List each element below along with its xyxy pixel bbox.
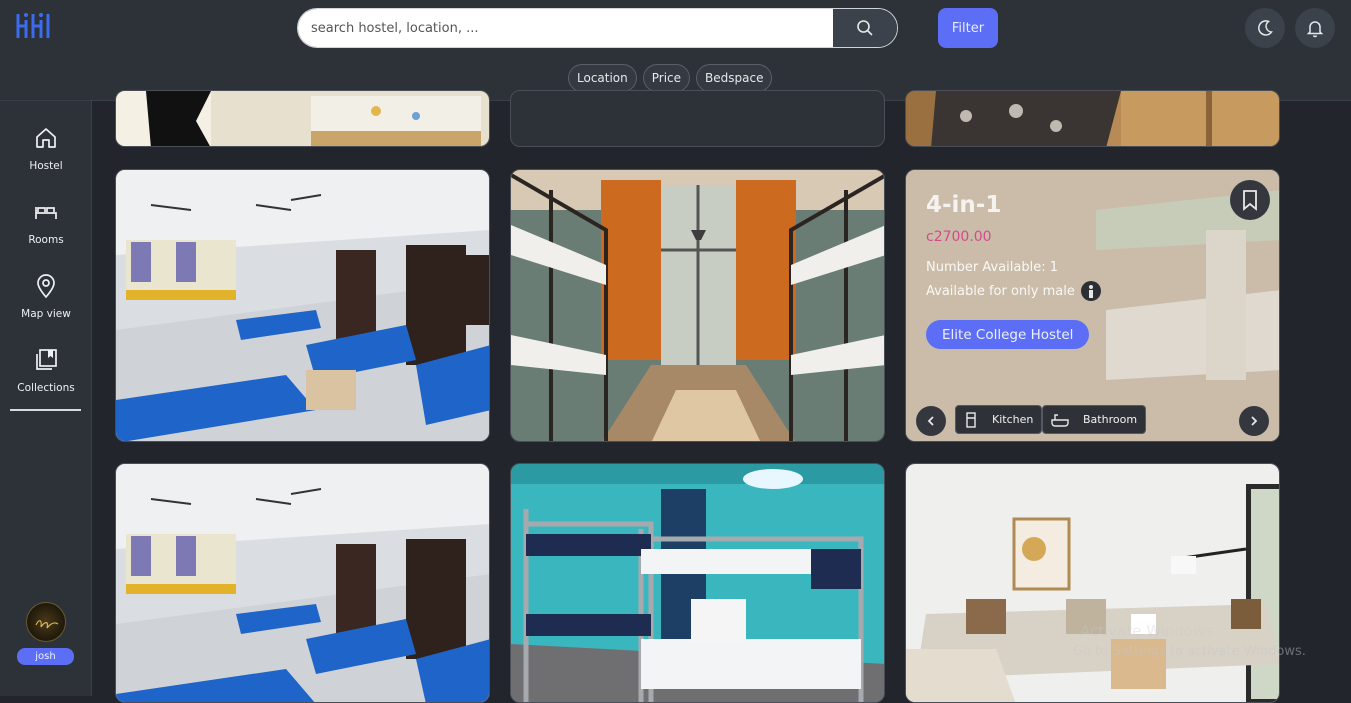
sidebar-item-label: Rooms <box>28 234 64 246</box>
room-photo <box>116 464 489 702</box>
notifications-button[interactable] <box>1295 8 1335 48</box>
avatar-signature-graphic <box>35 620 59 629</box>
room-photo <box>511 464 884 702</box>
search-input[interactable] <box>298 9 833 47</box>
windows-watermark-subtitle: Go to Settings to activate Windows. <box>1073 644 1306 659</box>
moon-icon <box>1258 20 1273 36</box>
sidebar-item-hostel[interactable]: Hostel <box>0 101 92 175</box>
map-pin-icon <box>37 274 55 299</box>
room-photo <box>511 170 884 441</box>
previous-button[interactable] <box>916 406 946 436</box>
room-card[interactable] <box>905 90 1280 147</box>
room-photo <box>906 91 1279 146</box>
kitchen-icon <box>966 411 976 428</box>
collections-icon <box>36 349 57 370</box>
search-bar <box>297 8 898 48</box>
search-button[interactable] <box>833 9 897 47</box>
room-photo <box>116 170 489 441</box>
amenity-label: Kitchen <box>992 413 1034 426</box>
room-type-title: 4-in-1 <box>926 192 1002 218</box>
bookmark-button[interactable] <box>1230 180 1270 220</box>
dark-mode-toggle[interactable] <box>1245 8 1285 48</box>
chevron-right-icon <box>1251 416 1258 426</box>
availability-row: Available for only male <box>926 281 1101 301</box>
room-card[interactable] <box>115 463 490 703</box>
bell-icon <box>1306 21 1324 38</box>
avatar[interactable] <box>26 602 66 642</box>
room-photo <box>906 464 1279 702</box>
room-card[interactable] <box>905 463 1280 703</box>
top-bar: Filter Location Price Bedspace <box>0 0 1351 101</box>
availability-text: Available for only male <box>926 283 1075 299</box>
amenity-label: Bathroom <box>1083 413 1138 426</box>
windows-watermark-title: Activate Windows <box>1080 622 1214 640</box>
app-logo[interactable] <box>14 10 52 42</box>
sidebar-item-label: Collections <box>17 382 75 394</box>
home-icon <box>36 128 56 148</box>
room-photo <box>116 91 489 146</box>
chip-price[interactable]: Price <box>642 64 691 92</box>
bed-icon <box>35 207 57 219</box>
filter-button[interactable]: Filter <box>938 8 998 48</box>
amenity-kitchen: Kitchen <box>955 405 1043 434</box>
room-card[interactable] <box>115 90 490 147</box>
sidebar-item-label: Map view <box>21 308 71 320</box>
chevron-left-icon <box>927 416 934 426</box>
bathtub-icon <box>1051 413 1069 427</box>
username-badge[interactable]: josh <box>17 648 74 665</box>
sidebar: Hostel Rooms Map view Collections josh <box>0 101 92 696</box>
hostel-name-button[interactable]: Elite College Hostel <box>926 320 1090 349</box>
sidebar-item-rooms[interactable]: Rooms <box>0 175 92 249</box>
sidebar-item-label: Hostel <box>29 160 63 172</box>
number-available: Number Available: 1 <box>926 260 1058 275</box>
featured-room-card[interactable]: 4-in-1 c2700.00 Number Available: 1 Avai… <box>905 169 1280 442</box>
sidebar-item-collections[interactable]: Collections <box>0 323 92 411</box>
room-price: c2700.00 <box>926 229 992 245</box>
room-card[interactable] <box>115 169 490 442</box>
chip-location[interactable]: Location <box>568 64 637 92</box>
quick-filter-chips: Location Price Bedspace <box>568 64 773 92</box>
bookmark-icon <box>1243 190 1257 211</box>
search-icon <box>857 20 873 36</box>
room-card[interactable] <box>510 169 885 442</box>
room-card[interactable] <box>510 463 885 703</box>
chip-bedspace[interactable]: Bedspace <box>696 64 773 92</box>
sidebar-item-map-view[interactable]: Map view <box>0 249 92 323</box>
male-icon <box>1080 281 1101 301</box>
amenity-bathroom: Bathroom <box>1042 405 1147 434</box>
room-card[interactable] <box>510 90 885 147</box>
next-button[interactable] <box>1239 406 1269 436</box>
